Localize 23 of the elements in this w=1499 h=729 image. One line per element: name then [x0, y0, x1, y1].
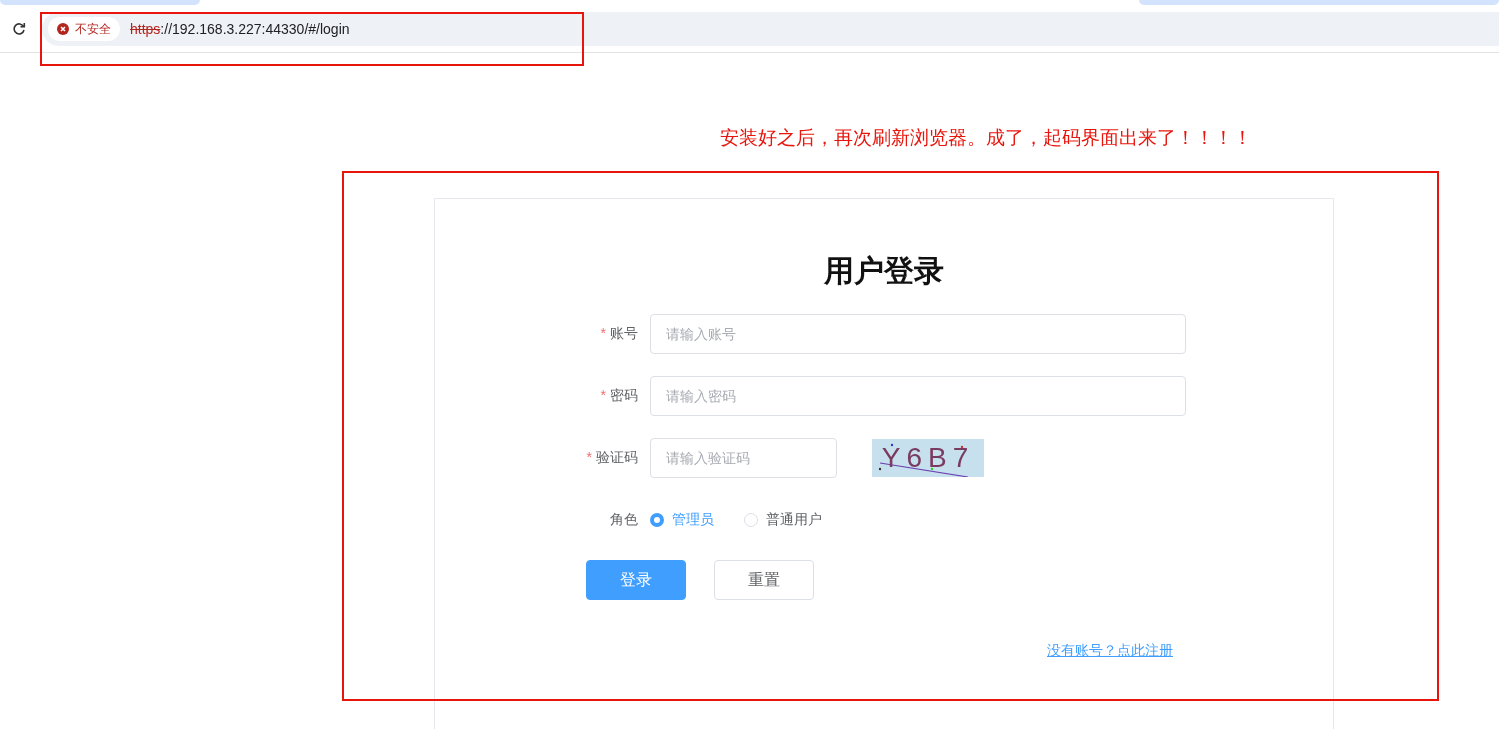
reset-button[interactable]: 重置	[714, 560, 814, 600]
required-mark: *	[600, 325, 606, 341]
reload-icon[interactable]	[12, 22, 26, 36]
input-field[interactable]: 请输入账号	[650, 314, 1186, 354]
browser-tab[interactable]	[0, 0, 200, 5]
address-bar[interactable]: 不安全 https://192.168.3.227:44330/#/login	[42, 12, 1499, 46]
annotation-text: 安装好之后，再次刷新浏览器。成了，起码界面出来了！！！！	[720, 126, 1252, 150]
role-radio[interactable]: 普通用户	[744, 511, 822, 529]
security-label: 不安全	[75, 20, 111, 38]
field-label: 账号	[610, 325, 638, 341]
input-field[interactable]: 请输入密码	[650, 376, 1186, 416]
field-label: 密码	[610, 387, 638, 403]
required-mark: *	[586, 449, 592, 465]
field-label: 角色	[610, 511, 638, 527]
warning-icon	[57, 23, 69, 35]
security-chip[interactable]: 不安全	[48, 17, 120, 41]
required-mark: *	[600, 387, 606, 403]
captcha-image[interactable]: Y6B7	[872, 439, 984, 477]
login-title: 用户登录	[823, 253, 945, 289]
browser-tab[interactable]	[1139, 0, 1499, 5]
url-text: https://192.168.3.227:44330/#/login	[130, 21, 350, 37]
input-field[interactable]: 请输入验证码	[650, 438, 837, 478]
field-label: 验证码	[596, 449, 638, 465]
